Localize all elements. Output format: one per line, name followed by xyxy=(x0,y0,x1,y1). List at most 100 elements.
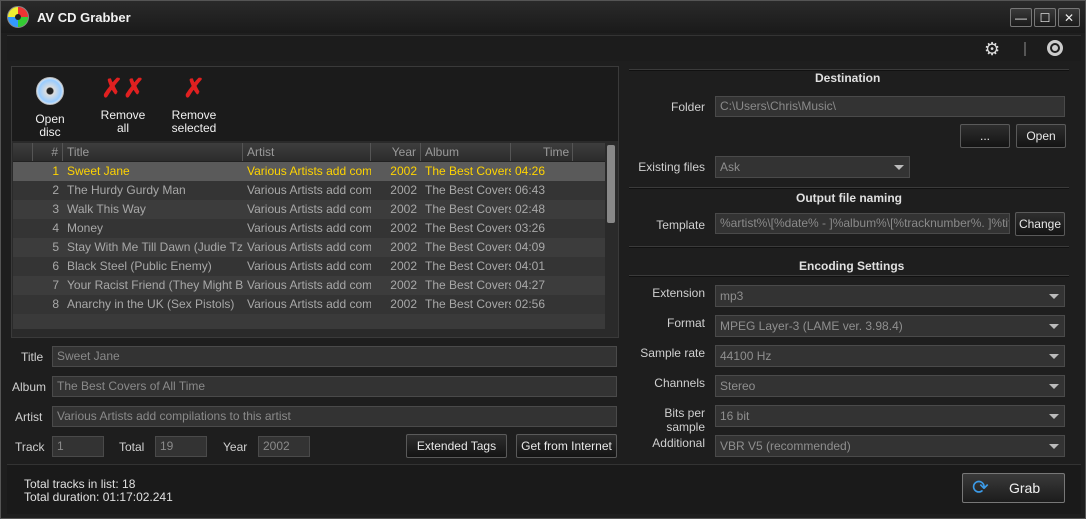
browse-button[interactable]: ... xyxy=(960,124,1010,148)
col-blank xyxy=(13,143,33,161)
total-field[interactable]: 19 xyxy=(155,436,207,457)
col-artist[interactable]: Artist xyxy=(243,143,371,161)
table-row[interactable]: 1 Sweet Jane Various Artists add compil 200… xyxy=(13,162,605,181)
template-label: Template xyxy=(656,218,705,232)
cell-artist: Various Artists add compil xyxy=(247,183,371,197)
remove-all-icon: ✗✗ xyxy=(101,73,145,103)
cell-num: 7 xyxy=(52,278,59,292)
sample-rate-select[interactable]: 44100 Hz xyxy=(715,345,1065,367)
table-row[interactable]: 6 Black Steel (Public Enemy) Various Artis… xyxy=(13,257,605,276)
minimize-button[interactable]: — xyxy=(1010,8,1032,27)
table-row[interactable]: 7 Your Racist Friend (They Might Be G Vari… xyxy=(13,276,605,295)
grab-button[interactable]: ⟳ Grab xyxy=(962,473,1065,503)
col-num[interactable]: # xyxy=(33,143,63,161)
sample-rate-value: 44100 Hz xyxy=(720,349,772,363)
get-from-internet-button[interactable]: Get from Internet xyxy=(516,434,617,458)
cell-title: Your Racist Friend (They Might Be G xyxy=(67,278,243,292)
track-list-scrollbar[interactable] xyxy=(605,143,617,329)
table-row[interactable]: 4 Money Various Artists add compil 2002 The … xyxy=(13,219,605,238)
table-row[interactable]: 5 Stay With Me Till Dawn (Judie Tzuke Vari… xyxy=(13,238,605,257)
close-button[interactable]: ✕ xyxy=(1058,8,1080,27)
cell-num: 8 xyxy=(52,297,59,311)
cell-blank xyxy=(13,295,33,314)
cell-title: Stay With Me Till Dawn (Judie Tzuke xyxy=(67,240,243,254)
format-select[interactable]: MPEG Layer-3 (LAME ver. 3.98.4) xyxy=(715,315,1065,337)
year-field[interactable]: 2002 xyxy=(258,436,310,457)
track-field[interactable]: 1 xyxy=(52,436,104,457)
window-controls: — ☐ ✕ xyxy=(1010,8,1080,27)
scrollbar-thumb[interactable] xyxy=(607,145,615,223)
extended-tags-button[interactable]: Extended Tags xyxy=(406,434,507,458)
col-year[interactable]: Year xyxy=(371,143,421,161)
additional-select[interactable]: VBR V5 (recommended) xyxy=(715,435,1065,457)
remove-all-label: Remove all xyxy=(100,108,146,135)
title-bar[interactable]: AV CD Grabber — ☐ ✕ xyxy=(1,1,1085,33)
additional-value: VBR V5 (recommended) xyxy=(720,439,851,453)
grab-label: Grab xyxy=(1009,480,1041,496)
channels-value: Stereo xyxy=(720,379,756,393)
chevron-down-icon xyxy=(1049,414,1059,419)
gears-icon[interactable]: ⚙ xyxy=(984,39,1000,60)
cell-year: 2002 xyxy=(390,259,417,273)
cell-title: The Hurdy Gurdy Man xyxy=(67,183,186,197)
track-panel: Open disc ✗✗ Remove all ✗ Remove selecte… xyxy=(11,66,619,338)
change-template-button[interactable]: Change xyxy=(1015,212,1065,236)
total-tracks-text: Total tracks in list: 18 xyxy=(24,477,136,491)
extension-select[interactable]: mp3 xyxy=(715,285,1065,307)
cell-blank xyxy=(13,219,33,238)
open-disc-label: Open disc xyxy=(35,112,65,139)
power-icon[interactable] xyxy=(1047,40,1063,56)
cell-artist: Various Artists add compil xyxy=(247,164,371,178)
channels-select[interactable]: Stereo xyxy=(715,375,1065,397)
bits-select[interactable]: 16 bit xyxy=(715,405,1065,427)
divider xyxy=(629,246,1069,248)
format-value: MPEG Layer-3 (LAME ver. 3.98.4) xyxy=(720,319,903,333)
title-field[interactable]: Sweet Jane xyxy=(52,346,617,367)
cell-time: 06:43 xyxy=(515,183,546,197)
cell-title: Money xyxy=(67,221,104,235)
top-strip: ⚙ xyxy=(7,35,1081,61)
artist-field[interactable]: Various Artists add compilations to this… xyxy=(52,406,617,427)
track-list[interactable]: # Title Artist Year Album Time 1 Sweet Ja… xyxy=(13,143,605,329)
table-row[interactable]: 3 Walk This Way Various Artists add compil… xyxy=(13,200,605,219)
total-duration-text: Total duration: 01:17:02.241 xyxy=(24,490,173,504)
template-field[interactable]: %artist%\[%date% - ]%album%\[%tracknumbe… xyxy=(715,213,1010,234)
chevron-down-icon xyxy=(1049,324,1059,329)
cell-time: 04:26 xyxy=(515,164,546,178)
col-title[interactable]: Title xyxy=(63,143,243,161)
folder-field[interactable]: C:\Users\Chris\Music\ xyxy=(715,96,1065,117)
cell-title: Walk This Way xyxy=(67,202,146,216)
folder-label: Folder xyxy=(670,100,705,114)
col-album[interactable]: Album xyxy=(421,143,511,161)
existing-files-label: Existing files xyxy=(638,160,705,174)
cell-blank xyxy=(13,257,33,276)
cell-blank xyxy=(13,162,33,181)
cell-num: 2 xyxy=(52,183,59,197)
existing-files-select[interactable]: Ask xyxy=(715,156,910,178)
artist-label: Artist xyxy=(15,410,43,424)
app-window: AV CD Grabber — ☐ ✕ ⚙ Open disc ✗✗ Remov… xyxy=(0,0,1086,519)
cell-year: 2002 xyxy=(390,297,417,311)
remove-all-button[interactable]: ✗✗ Remove all xyxy=(94,73,152,135)
table-row[interactable]: 8 Anarchy in the UK (Sex Pistols) Various … xyxy=(13,295,605,314)
cell-num: 5 xyxy=(52,240,59,254)
chevron-down-icon xyxy=(1049,444,1059,449)
album-field[interactable]: The Best Covers of All Time xyxy=(52,376,617,397)
open-disc-button[interactable]: Open disc xyxy=(24,77,76,139)
track-rows: 1 Sweet Jane Various Artists add compil 200… xyxy=(13,162,605,314)
cell-artist: Various Artists add compil xyxy=(247,278,371,292)
maximize-button[interactable]: ☐ xyxy=(1034,8,1056,27)
cell-time: 02:56 xyxy=(515,297,546,311)
channels-label: Channels xyxy=(654,376,705,390)
col-time[interactable]: Time xyxy=(511,143,573,161)
cell-blank xyxy=(13,200,33,219)
open-folder-button[interactable]: Open xyxy=(1016,124,1066,148)
track-label: Track xyxy=(15,440,45,454)
destination-header: Destination xyxy=(815,71,881,85)
cell-artist: Various Artists add compil xyxy=(247,240,371,254)
table-row[interactable]: 2 The Hurdy Gurdy Man Various Artists add … xyxy=(13,181,605,200)
remove-selected-button[interactable]: ✗ Remove selected xyxy=(168,73,220,135)
cell-year: 2002 xyxy=(390,183,417,197)
chevron-down-icon xyxy=(1049,294,1059,299)
cell-time: 04:27 xyxy=(515,278,546,292)
